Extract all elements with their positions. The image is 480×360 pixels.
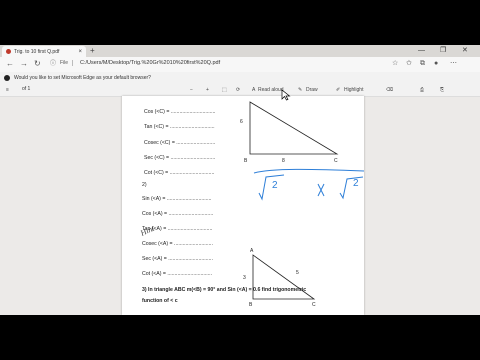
ink-annotations [253,168,364,201]
read-aloud-button[interactable]: Read aloud [258,86,284,94]
t2-vertex-b: B [249,302,253,308]
address-bar-row: ← → ↻ ⓘ File C:/Users/M/Desktop/Trig.%20… [0,57,480,73]
close-window-button[interactable]: ✕ [462,45,468,57]
erase-icon[interactable]: ⌫ [386,86,393,94]
zoom-out-button[interactable]: − [190,86,193,94]
q2-row-cosec: Cosec (<A) = ........................... [142,241,213,247]
pdf-page: 6 B C 8 A 3 5 B C 2 2 Hint Cos (<C) = ..… [122,96,364,315]
ink-2b: 2 [353,178,359,189]
new-tab-button[interactable]: + [90,46,95,56]
refresh-icon[interactable]: ↻ [34,59,41,69]
maximize-button[interactable]: ❐ [440,45,446,57]
rotate-icon[interactable]: ⟳ [236,86,240,94]
q2-row-tan: Tan (<A) = .............................… [142,226,213,232]
ink-2a: 2 [272,180,278,191]
t1-side-bc: 8 [282,158,285,164]
contents-icon[interactable]: ≡ [6,86,9,94]
read-aloud-icon: A [252,87,256,93]
q1-row-cos: Cos (<C) = .............................… [144,109,216,115]
t2-vertex-c: C [312,302,316,308]
t1-vertex-b: B [244,158,248,164]
highlight-icon: ✐ [336,87,341,93]
q2-label: 2) [142,182,147,188]
q2-row-cos: Cos (<A) = .............................… [142,211,214,217]
infobar-message: Would you like to set Microsoft Edge as … [14,75,151,81]
profile-icon[interactable]: ● [434,59,438,69]
edge-logo-icon [4,75,10,81]
fit-page-icon[interactable]: ⬚ [222,86,227,94]
favorite-star-icon[interactable]: ☆ [392,59,398,69]
q2-row-sin: Sin (<A) = .............................… [142,196,212,202]
collections-icon[interactable]: ⧉ [420,59,425,69]
t2-side-ab: 3 [243,275,246,281]
save-icon[interactable]: ⎘ [440,86,444,94]
t1-side-ab: 6 [240,119,243,125]
zoom-in-button[interactable]: + [206,86,209,94]
triangle-1 [249,101,339,155]
q2-row-sec: Sec (<A) = .............................… [142,256,213,262]
file-label: File [60,60,74,66]
info-icon[interactable]: ⓘ [50,59,56,69]
q1-row-cosec: Cosec (<C) = ........................... [144,140,216,146]
pdf-favicon-icon [6,49,11,54]
q1-row-tan: Tan (<C) = .............................… [144,124,215,130]
t2-vertex-a: A [250,248,254,254]
tab-pdf[interactable]: Trig. to 10 first Q.pdf × [2,46,86,57]
q3-line-2: function of < c [142,298,178,304]
t1-vertex-c: C [334,158,338,164]
t2-side-ac: 5 [296,270,299,276]
tab-title: Trig. to 10 first Q.pdf [14,48,60,55]
q3-line-1: 3) In triangle ABC m(<B) = 90° and Sin (… [142,287,307,293]
minimize-button[interactable]: — [418,45,425,57]
draw-button[interactable]: Draw [306,86,318,94]
print-icon[interactable]: ⎙ [420,86,424,94]
q1-row-cot: Cot (<C) = .............................… [144,170,215,176]
tab-bar: Trig. to 10 first Q.pdf × + — ❐ ✕ [0,45,480,57]
highlight-button[interactable]: Highlight [344,86,363,94]
q2-row-cot: Cot (<A) = .............................… [142,271,213,277]
forward-icon[interactable]: → [20,59,28,69]
browser-window: Trig. to 10 first Q.pdf × + — ❐ ✕ ← → ↻ … [0,45,480,315]
mouse-cursor-icon [281,89,291,101]
q1-row-sec: Sec (<C) = .............................… [144,155,216,161]
page-indicator[interactable]: of 1 [22,86,30,92]
menu-icon[interactable]: ⋯ [450,59,457,69]
url-field[interactable]: C:/Users/M/Desktop/Trig.%20Gr%2010%20fir… [80,60,220,66]
draw-icon: ✎ [298,87,303,93]
back-icon[interactable]: ← [6,59,14,69]
favorites-icon[interactable]: ✩ [406,59,412,69]
close-tab-icon[interactable]: × [78,49,82,55]
